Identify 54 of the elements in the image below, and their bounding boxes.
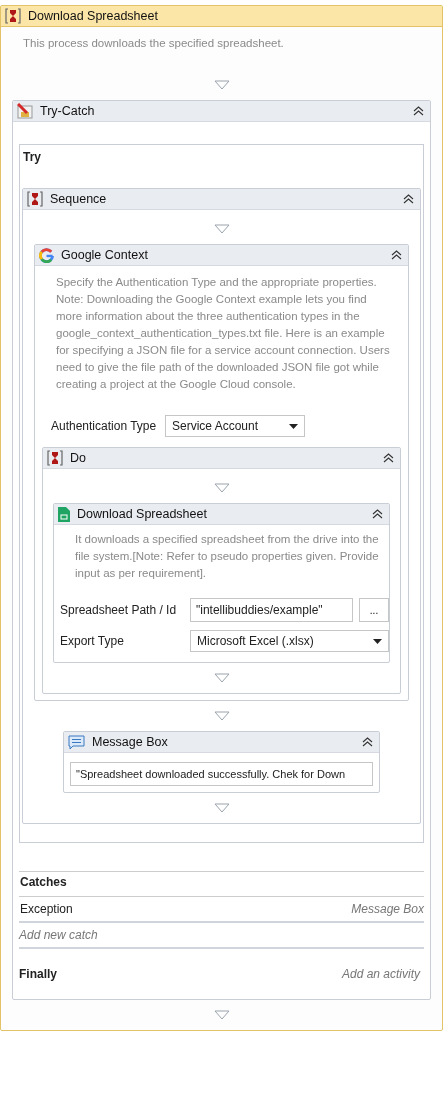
property-label: Export Type [60, 634, 125, 648]
collapse-icon[interactable] [362, 737, 373, 747]
dropdown[interactable]: Microsoft Excel (.xlsx) [190, 630, 389, 652]
google-logo-icon [39, 247, 54, 263]
browse-button[interactable]: ... [359, 598, 389, 622]
property-label: Spreadsheet Path / Id [60, 603, 178, 617]
collapse-icon[interactable] [372, 509, 383, 519]
caret-icon [289, 423, 298, 429]
activity-title: Message Box [92, 735, 169, 749]
activity-title: Sequence [50, 192, 108, 206]
collapse-icon[interactable] [383, 453, 394, 463]
exception-type[interactable]: Exception [19, 902, 73, 916]
sequence-icon [27, 191, 43, 207]
activity-header[interactable]: Do [43, 448, 400, 469]
activity-header[interactable]: Download Spreadsheet [54, 504, 389, 525]
activity-header[interactable]: Try-Catch [13, 101, 430, 122]
collapse-icon[interactable] [391, 250, 402, 260]
activity-description: It downloads a specified spreadsheet from the drive into the file system.[Note: Refer to pseudo properties given. Provide input as per requirement]. [75, 532, 380, 581]
activity-description: Specify the Authentication Type and the appropriate properties. Note: Downloading the Google Context example lets you find more information about the three authentication types in the google_context_authentication_types.txt file. Here is an example for specifying a JSON file for a service account connection. Users need to give the file path of the downloaded JSON file got while creating a project at the Google Cloud console. [56, 275, 391, 392]
drop-arrow-icon [213, 1010, 230, 1020]
activity-title: Download Spreadsheet [77, 507, 208, 521]
activity-header[interactable]: Google Context [35, 245, 408, 266]
sequence-icon [47, 450, 63, 466]
catch-handler[interactable]: Message Box [351, 902, 424, 916]
activity-header[interactable]: Sequence [23, 189, 420, 210]
sequence-icon [5, 8, 21, 24]
try-catch-icon [17, 103, 33, 119]
activity-description: This process downloads the specified spreadsheet. [23, 36, 285, 51]
activity-title: Download Spreadsheet [28, 9, 159, 23]
spreadsheet-icon [58, 506, 70, 522]
activity-title: Do [70, 451, 87, 465]
input-field[interactable]: "Spreadsheet downloaded successfully. Chek for Down [70, 762, 373, 786]
collapse-icon[interactable] [413, 106, 424, 116]
activity-title: Google Context [61, 248, 149, 262]
activity-title: Try-Catch [40, 104, 96, 118]
input-field[interactable]: "intellibuddies/example" [190, 598, 353, 622]
section-label: Catches [19, 873, 67, 891]
add-activity-hint[interactable]: Add an activity [341, 967, 420, 981]
add-catch-link[interactable]: Add new catch [19, 928, 98, 942]
message-icon [68, 734, 85, 750]
drop-arrow-icon [213, 483, 230, 493]
section-label: Finally [19, 967, 57, 981]
caret-icon [373, 638, 382, 644]
section-label: Try [22, 149, 42, 166]
property-label: Authentication Type [51, 419, 158, 433]
drop-arrow-icon [213, 224, 230, 234]
drop-arrow-icon [213, 80, 230, 90]
activity-header[interactable]: Download Spreadsheet [1, 6, 442, 27]
dropdown[interactable]: Service Account [165, 415, 305, 437]
drop-arrow-icon [213, 673, 230, 683]
collapse-icon[interactable] [403, 194, 414, 204]
activity-header[interactable]: Message Box [64, 732, 379, 753]
drop-arrow-icon [213, 711, 230, 721]
drop-arrow-icon [213, 803, 230, 813]
